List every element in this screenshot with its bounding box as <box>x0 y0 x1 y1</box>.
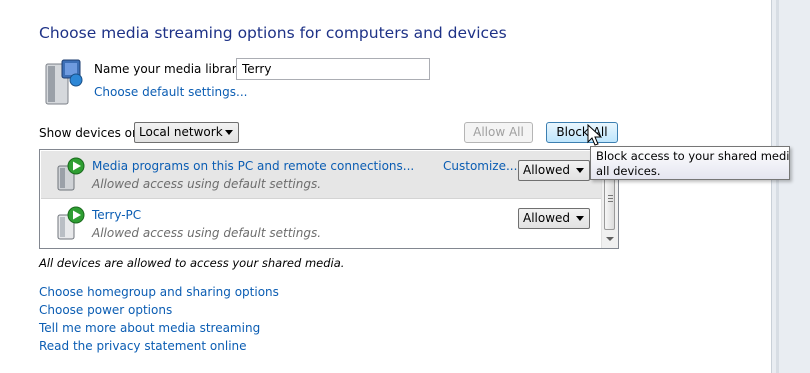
block-all-tooltip: Block access to your shared media all de… <box>590 146 790 180</box>
library-name-input[interactable] <box>236 58 430 80</box>
tooltip-line: all devices. <box>596 164 661 178</box>
media-streaming-help-link[interactable]: Tell me more about media streaming <box>39 319 279 337</box>
privacy-statement-link[interactable]: Read the privacy statement online <box>39 337 279 355</box>
window-border <box>776 0 779 373</box>
chevron-down-icon <box>576 216 584 221</box>
network-select[interactable]: Local network <box>134 122 239 143</box>
related-links: Choose homegroup and sharing options Cho… <box>39 283 279 355</box>
block-all-button[interactable]: Block All <box>546 122 618 143</box>
scroll-down-icon[interactable] <box>606 237 614 241</box>
homegroup-sharing-link[interactable]: Choose homegroup and sharing options <box>39 283 279 301</box>
device-access-value: Allowed <box>523 163 571 177</box>
chevron-down-icon <box>576 168 584 173</box>
grip-icon <box>608 195 613 196</box>
media-server-icon <box>45 59 83 105</box>
tooltip-line: Block access to your shared media <box>596 149 790 163</box>
allow-all-button[interactable]: Allow All <box>464 122 533 143</box>
device-access-select[interactable]: Allowed <box>518 160 590 181</box>
chevron-down-icon <box>225 130 233 135</box>
network-select-value: Local network <box>139 125 223 139</box>
sharing-status-text: All devices are allowed to access your s… <box>39 256 345 270</box>
device-name-link[interactable]: Media programs on this PC and remote con… <box>92 159 414 173</box>
page-title: Choose media streaming options for compu… <box>39 24 507 42</box>
media-device-icon <box>57 157 85 191</box>
power-options-link[interactable]: Choose power options <box>39 301 279 319</box>
device-subtitle: Allowed access using default settings. <box>92 226 322 240</box>
device-name-link[interactable]: Terry-PC <box>92 208 141 222</box>
mouse-pointer-icon <box>587 124 603 146</box>
device-row[interactable]: Terry-PC Allowed access using default se… <box>41 200 602 247</box>
choose-default-settings-link[interactable]: Choose default settings... <box>94 85 247 99</box>
pc-device-icon <box>57 206 85 240</box>
show-devices-label: Show devices on: <box>39 126 144 140</box>
device-subtitle: Allowed access using default settings. <box>92 177 322 191</box>
customize-link[interactable]: Customize... <box>443 159 517 173</box>
library-name-label: Name your media library: <box>94 62 247 76</box>
device-row[interactable]: Media programs on this PC and remote con… <box>41 151 602 199</box>
device-access-select[interactable]: Allowed <box>518 208 590 229</box>
device-access-value: Allowed <box>523 211 571 225</box>
device-list: Media programs on this PC and remote con… <box>39 149 619 249</box>
window-right-edge <box>771 0 810 373</box>
